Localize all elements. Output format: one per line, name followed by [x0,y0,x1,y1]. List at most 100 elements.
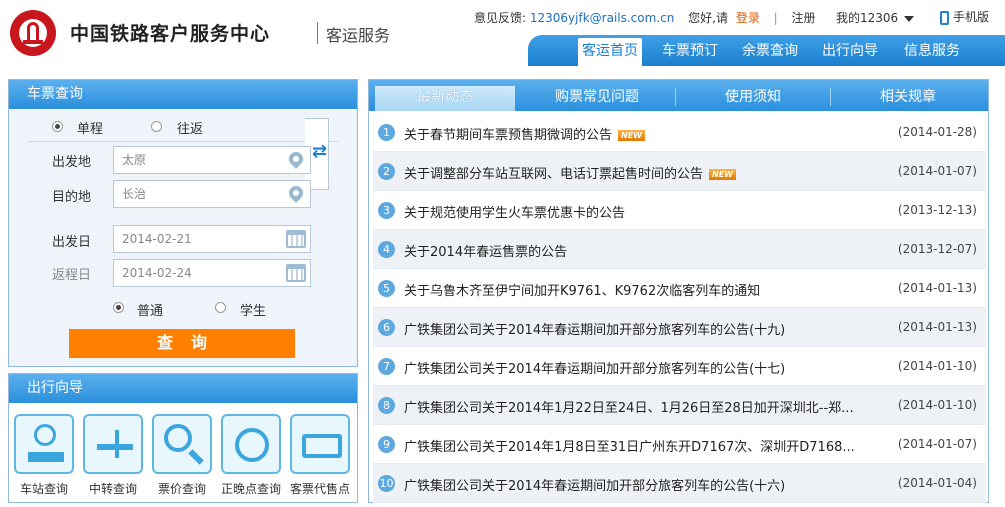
from-station-input[interactable]: 太原 [113,146,311,174]
nav-remaining-tickets[interactable]: 余票查询 [738,40,802,66]
news-item[interactable]: 2 关于调整部分车站互联网、电话订票起售时间的公告 NEW (2014-01-07) [373,152,986,191]
guide-delay-query[interactable]: 正晚点查询 [220,414,282,500]
to-station-input[interactable]: 长治 [113,180,311,208]
railway-logo-icon[interactable] [10,10,56,56]
depart-date-input[interactable]: 2014-02-21 [113,225,311,253]
news-title-text: 关于调整部分车站互联网、电话订票起售时间的公告 [404,167,704,182]
oneway-label: 单程 [77,122,104,137]
news-panel: 最新动态 购票常见问题 使用须知 相关规章 1 关于春节期间车票预售期微调的公告 N… [368,79,989,503]
fare-search-icon [152,414,212,474]
tab-regulations[interactable]: 相关规章 [831,86,985,111]
calendar-icon[interactable] [286,264,306,282]
news-title-link[interactable]: 广铁集团公司关于2014年1月22日至24日、1月26日至28日加开深圳北--郑… [404,397,854,416]
news-title-text: 关于春节期间车票预售期微调的公告 [404,128,613,143]
feedback-email-link[interactable]: 12306yjfk@rails.com.cn [530,11,674,25]
roundtrip-radio[interactable] [151,121,162,132]
mobile-label: 手机版 [953,10,990,24]
news-item[interactable]: 4 关于2014年春运售票的公告 (2013-12-07) [373,230,986,269]
feedback-label: 意见反馈: [474,11,527,25]
depart-date-value: 2014-02-21 [122,232,192,246]
news-number-badge: 5 [378,280,395,297]
page-header: 中国铁路客户服务中心 客运服务 意见反馈: 12306yjfk@rails.co… [0,0,1005,66]
passenger-normal-label: 普通 [137,304,164,319]
news-item[interactable]: 8 广铁集团公司关于2014年1月22日至24日、1月26日至28日加开深圳北--… [373,386,986,425]
news-title-link[interactable]: 广铁集团公司关于2014年春运期间加开部分旅客列车的公告(十九) [404,319,785,338]
news-item[interactable]: 5 关于乌鲁木齐至伊宁间加开K9761、K9762次临客列车的通知 (2014-01… [373,269,986,308]
location-pin-icon[interactable] [286,183,306,203]
new-badge: NEW [618,130,645,141]
news-item[interactable]: 10 广铁集团公司关于2014年春运期间加开部分旅客列车的公告(十六) (2014-… [373,464,986,503]
news-item[interactable]: 7 广铁集团公司关于2014年春运期间加开部分旅客列车的公告(十七) (2014-0… [373,347,986,386]
news-title-text: 关于规范使用学生火车票优惠卡的公告 [404,206,626,221]
clock-icon [221,414,281,474]
news-title-link[interactable]: 关于调整部分车站互联网、电话订票起售时间的公告 NEW [404,163,736,182]
news-date: (2014-01-10) [897,398,977,412]
news-title-link[interactable]: 广铁集团公司关于2014年1月8日至31日广州东开D7167次、深圳开D7168… [404,436,855,455]
tab-usage-notes[interactable]: 使用须知 [676,86,830,111]
login-link[interactable]: 登录 [736,9,760,26]
header-divider [317,22,318,44]
station-icon [14,414,74,474]
ticket-agency-icon [290,414,350,474]
roundtrip-label: 往返 [177,122,204,137]
location-pin-icon[interactable] [286,149,306,169]
return-date-label: 返程日 [52,268,92,283]
news-item[interactable]: 1 关于春节期间车票预售期微调的公告 NEW (2014-01-28) [373,113,986,152]
return-date-value: 2014-02-24 [122,266,192,280]
nav-info-service[interactable]: 信息服务 [900,40,964,66]
chevron-down-icon [904,15,915,22]
news-date: (2014-01-28) [897,125,977,139]
register-link[interactable]: 注册 [792,9,816,26]
return-date-input[interactable]: 2014-02-24 [113,259,311,287]
my12306-menu[interactable]: 我的12306 [836,9,915,26]
news-item[interactable]: 3 关于规范使用学生火车票优惠卡的公告 (2013-12-13) [373,191,986,230]
nav-home[interactable]: 客运首页 [578,38,642,66]
news-title-link[interactable]: 关于乌鲁木齐至伊宁间加开K9761、K9762次临客列车的通知 [404,280,760,299]
ticket-divider [28,141,338,142]
search-button[interactable]: 查询 [69,329,295,358]
to-label: 目的地 [52,190,92,205]
guide-fare-query[interactable]: 票价查询 [151,414,213,500]
swap-stations-icon[interactable]: ⇄ [312,143,327,161]
guide-label: 票价查询 [157,482,206,496]
news-title-link[interactable]: 关于规范使用学生火车票优惠卡的公告 [404,202,625,221]
guide-label: 中转查询 [88,482,137,496]
travel-guide-title: 出行向导 [9,374,357,403]
mobile-link[interactable]: 手机版 [940,8,989,25]
news-title-link[interactable]: 关于春节期间车票预售期微调的公告 NEW [404,124,645,143]
travel-guide-panel: 出行向导 车站查询 中转查询 票价查询 正晚点查询 客票代售点 [8,373,358,503]
news-number-badge: 7 [378,358,395,375]
passenger-normal-radio[interactable] [113,302,124,313]
calendar-icon[interactable] [286,230,306,248]
news-title-text: 广铁集团公司关于2014年春运期间加开部分旅客列车的公告(十六) [404,479,786,494]
tab-purchase-faq[interactable]: 购票常见问题 [519,86,675,111]
guide-label: 车站查询 [19,482,68,496]
news-number-badge: 9 [378,436,395,453]
nav-booking[interactable]: 车票预订 [658,40,722,66]
mobile-phone-icon [940,10,949,25]
oneway-radio[interactable] [52,121,63,132]
news-number-badge: 3 [378,202,395,219]
site-name: 中国铁路客户服务中心 [70,23,271,45]
news-date: (2014-01-13) [897,281,977,295]
guide-station-query[interactable]: 车站查询 [13,414,75,500]
tab-latest-news[interactable]: 最新动态 [375,86,515,111]
news-title-link[interactable]: 广铁集团公司关于2014年春运期间加开部分旅客列车的公告(十七) [404,358,785,377]
guide-label: 客票代售点 [289,482,350,496]
guide-ticket-agency[interactable]: 客票代售点 [289,414,351,500]
passenger-student-label: 学生 [240,304,267,319]
news-title-link[interactable]: 关于2014年春运售票的公告 [404,241,567,260]
news-item[interactable]: 9 广铁集团公司关于2014年1月8日至31日广州东开D7167次、深圳开D716… [373,425,986,464]
from-label: 出发地 [52,155,92,170]
nav-travel-guide[interactable]: 出行向导 [818,40,882,66]
passenger-student-radio[interactable] [215,302,226,313]
news-date: (2013-12-07) [897,242,977,256]
news-item[interactable]: 6 广铁集团公司关于2014年春运期间加开部分旅客列车的公告(十九) (2014-0… [373,308,986,347]
news-date: (2014-01-13) [897,320,977,334]
news-number-badge: 10 [378,475,395,492]
news-title-text: 广铁集团公司关于2014年春运期间加开部分旅客列车的公告(十九) [404,323,786,338]
from-station-value: 太原 [122,153,147,167]
news-title-link[interactable]: 广铁集团公司关于2014年春运期间加开部分旅客列车的公告(十六) [404,475,785,494]
guide-transfer-query[interactable]: 中转查询 [82,414,144,500]
news-title-text: 关于2014年春运售票的公告 [404,245,568,260]
